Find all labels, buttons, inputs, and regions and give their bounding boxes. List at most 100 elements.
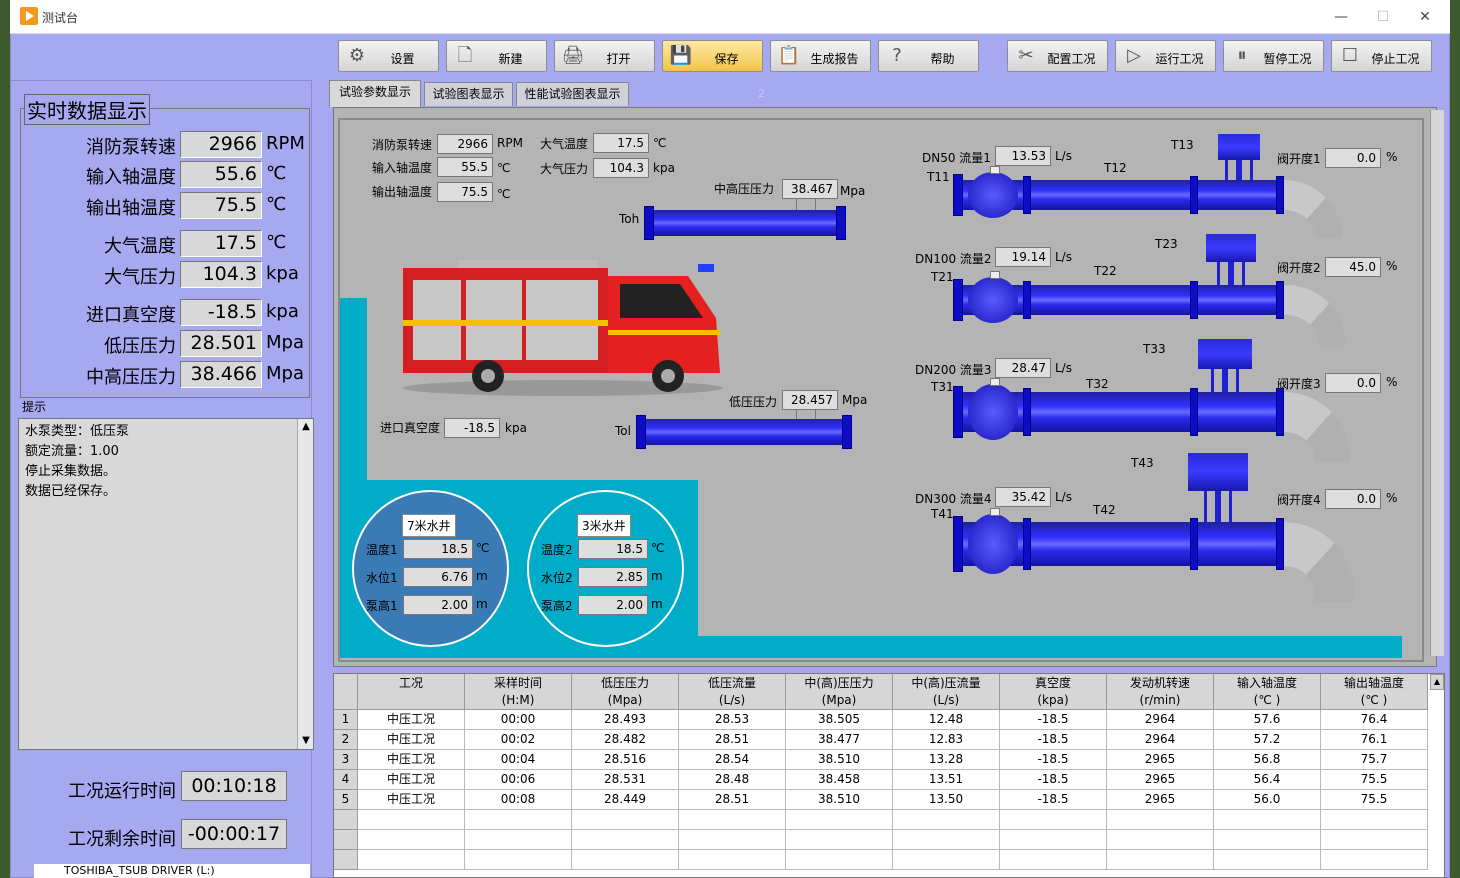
table-cell[interactable]: 38.477 [786, 730, 893, 750]
table-cell[interactable] [893, 810, 1000, 830]
tab-performance-charts[interactable]: 性能试验图表显示 [516, 82, 629, 106]
table-cell[interactable] [1214, 810, 1321, 830]
valve-actuator[interactable] [1206, 234, 1256, 262]
toolbar-button-9[interactable]: ☐ 停止工况 [1331, 40, 1432, 72]
table-header[interactable]: 输出轴温度 (℃ ) [1321, 674, 1428, 710]
table-cell[interactable] [465, 850, 572, 870]
table-cell[interactable]: 76.1 [1321, 730, 1428, 750]
table-cell[interactable]: 28.48 [679, 770, 786, 790]
table-cell[interactable] [1214, 830, 1321, 850]
table-cell[interactable] [679, 810, 786, 830]
table-cell[interactable]: 75.5 [1321, 770, 1428, 790]
table-cell[interactable] [572, 810, 679, 830]
table-cell[interactable]: 13.51 [893, 770, 1000, 790]
table-cell[interactable] [1214, 850, 1321, 870]
close-button[interactable]: ✕ [1412, 6, 1438, 28]
table-cell[interactable]: 38.510 [786, 790, 893, 810]
table-cell[interactable]: 28.531 [572, 770, 679, 790]
hint-textbox[interactable]: 水泵类型：低压泵 额定流量：1.00 停止采集数据。 数据已经保存。 ▲ ▼ [18, 418, 314, 750]
table-cell[interactable]: 2964 [1107, 730, 1214, 750]
table-cell[interactable]: 00:06 [465, 770, 572, 790]
table-cell[interactable]: -18.5 [1000, 730, 1107, 750]
table-cell[interactable]: 13.50 [893, 790, 1000, 810]
tab-test-charts[interactable]: 试验图表显示 [424, 82, 513, 106]
table-cell[interactable]: 2965 [1107, 750, 1214, 770]
table-cell[interactable]: -18.5 [1000, 770, 1107, 790]
table-cell[interactable] [679, 850, 786, 870]
table-cell[interactable]: 56.8 [1214, 750, 1321, 770]
table-cell[interactable] [1321, 830, 1428, 850]
toolbar-button-7[interactable]: ▷ 运行工况 [1115, 40, 1216, 72]
table-cell[interactable]: 中压工况 [358, 730, 465, 750]
table-header[interactable]: 工况 [358, 674, 465, 710]
table-cell[interactable]: 00:02 [465, 730, 572, 750]
table-header[interactable]: 中(高)压压力 (Mpa) [786, 674, 893, 710]
table-header[interactable]: 真空度 (kpa) [1000, 674, 1107, 710]
table-cell[interactable]: 76.4 [1321, 710, 1428, 730]
scroll-up-icon[interactable]: ▲ [298, 419, 314, 435]
table-cell[interactable]: 2964 [1107, 710, 1214, 730]
table-cell[interactable] [1000, 810, 1107, 830]
table-cell[interactable] [572, 850, 679, 870]
table-header[interactable]: 中(高)压流量 (L/s) [893, 674, 1000, 710]
table-cell[interactable] [893, 830, 1000, 850]
table-cell[interactable]: 12.48 [893, 710, 1000, 730]
table-cell[interactable]: 2965 [1107, 770, 1214, 790]
table-cell[interactable]: 00:08 [465, 790, 572, 810]
table-cell[interactable]: 75.7 [1321, 750, 1428, 770]
table-cell[interactable]: 57.6 [1214, 710, 1321, 730]
table-cell[interactable] [358, 850, 465, 870]
toolbar-button-1[interactable]: 🗋 新建 [446, 40, 547, 72]
table-cell[interactable]: 中压工况 [358, 710, 465, 730]
table-cell[interactable]: 28.53 [679, 710, 786, 730]
table-cell[interactable] [786, 850, 893, 870]
valve-actuator[interactable] [1218, 134, 1260, 160]
toolbar-button-4[interactable]: 📋 生成报告 [770, 40, 871, 72]
table-cell[interactable]: 38.458 [786, 770, 893, 790]
toolbar-button-3[interactable]: 💾 保存 [662, 40, 763, 72]
table-cell[interactable] [1321, 810, 1428, 830]
table-scroll-up-icon[interactable]: ▲ [1430, 674, 1444, 690]
table-cell[interactable]: 中压工况 [358, 750, 465, 770]
maximize-button[interactable]: ☐ [1370, 6, 1396, 28]
table-cell[interactable] [465, 810, 572, 830]
table-cell[interactable]: 56.4 [1214, 770, 1321, 790]
panel-scrollbar[interactable] [1430, 110, 1444, 656]
table-cell[interactable]: 28.54 [679, 750, 786, 770]
valve-actuator[interactable] [1198, 339, 1252, 369]
table-cell[interactable] [358, 830, 465, 850]
tab-test-params[interactable]: 试验参数显示 [329, 80, 421, 107]
table-cell[interactable] [1000, 850, 1107, 870]
table-cell[interactable]: -18.5 [1000, 750, 1107, 770]
table-cell[interactable]: 57.2 [1214, 730, 1321, 750]
toolbar-button-8[interactable]: ⏸ 暂停工况 [1223, 40, 1324, 72]
table-header[interactable]: 输入轴温度 (℃ ) [1214, 674, 1321, 710]
table-cell[interactable] [786, 810, 893, 830]
table-cell[interactable]: 28.493 [572, 710, 679, 730]
scroll-down-icon[interactable]: ▼ [298, 733, 314, 749]
table-cell[interactable] [1107, 810, 1214, 830]
table-cell[interactable]: 28.51 [679, 730, 786, 750]
toolbar-button-2[interactable]: 🖨 打开 [554, 40, 655, 72]
table-header[interactable]: 低压流量 (L/s) [679, 674, 786, 710]
table-cell[interactable]: 28.449 [572, 790, 679, 810]
table-cell[interactable]: 2965 [1107, 790, 1214, 810]
table-cell[interactable]: -18.5 [1000, 790, 1107, 810]
toolbar-button-5[interactable]: ? 帮助 [878, 40, 979, 72]
table-cell[interactable] [1000, 830, 1107, 850]
table-header[interactable]: 发动机转速 (r/min) [1107, 674, 1214, 710]
minimize-button[interactable]: — [1328, 6, 1354, 28]
table-cell[interactable]: 28.482 [572, 730, 679, 750]
table-cell[interactable]: 00:04 [465, 750, 572, 770]
table-header[interactable]: 低压压力 (Mpa) [572, 674, 679, 710]
table-cell[interactable] [465, 830, 572, 850]
table-cell[interactable] [1107, 830, 1214, 850]
table-header[interactable]: 采样时间 (H:M) [465, 674, 572, 710]
table-cell[interactable] [893, 850, 1000, 870]
valve-actuator[interactable] [1188, 453, 1248, 491]
toolbar-button-6[interactable]: ✂ 配置工况 [1007, 40, 1108, 72]
table-cell[interactable]: 75.5 [1321, 790, 1428, 810]
table-cell[interactable] [572, 830, 679, 850]
table-cell[interactable] [1107, 850, 1214, 870]
table-cell[interactable] [358, 810, 465, 830]
